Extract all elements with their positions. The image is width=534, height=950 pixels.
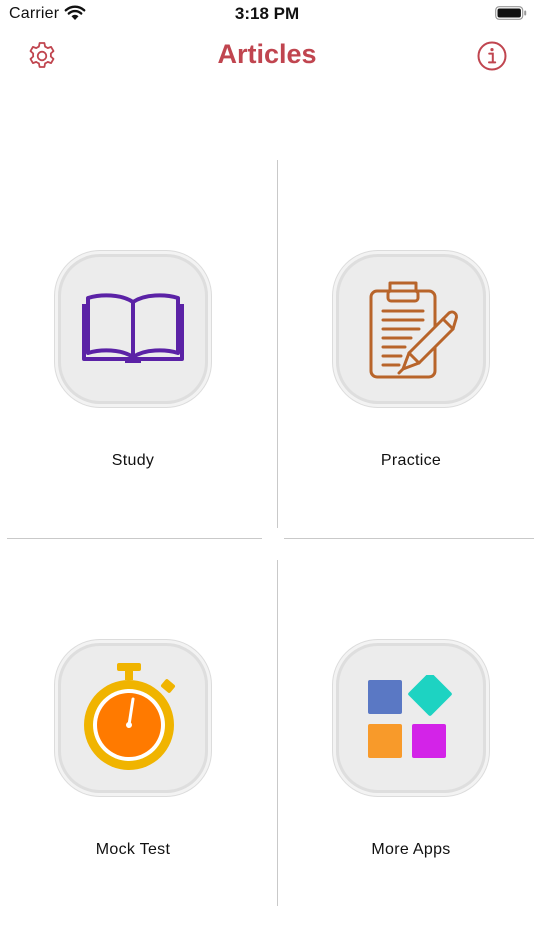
navigation-bar: Articles: [0, 28, 534, 82]
clipboard-pen-icon: [369, 281, 458, 379]
practice-label: Practice: [380, 452, 442, 469]
stopwatch-icon: [84, 663, 175, 770]
grid-divider-vertical-top: [277, 160, 278, 528]
page-title: Articles: [217, 39, 317, 69]
status-bar: Carrier 3:18 PM: [0, 0, 534, 28]
mock-test-label: Mock Test: [95, 841, 171, 858]
info-button[interactable]: [476, 40, 508, 72]
book-icon: [82, 293, 184, 363]
more-apps-tile-icon-frame: [336, 643, 486, 793]
practice-tile[interactable]: Practice: [296, 254, 526, 470]
mock-test-tile[interactable]: Mock Test: [18, 643, 248, 859]
grid-divider-horizontal-right: [284, 538, 534, 539]
practice-tile-icon-frame: [336, 254, 486, 404]
mock-test-tile-icon-frame: [58, 643, 208, 793]
app-grid-icon: [368, 675, 452, 758]
more-apps-label: More Apps: [371, 841, 451, 858]
info-icon: [477, 41, 507, 71]
study-tile[interactable]: Study: [18, 254, 248, 470]
more-apps-tile[interactable]: More Apps: [296, 643, 526, 859]
grid-divider-vertical-bottom: [277, 560, 278, 906]
status-time: 3:18 PM: [234, 4, 300, 23]
study-label: Study: [111, 452, 155, 469]
battery-icon: [495, 6, 527, 20]
grid-divider-horizontal-left: [7, 538, 262, 539]
study-tile-icon-frame: [58, 254, 208, 404]
